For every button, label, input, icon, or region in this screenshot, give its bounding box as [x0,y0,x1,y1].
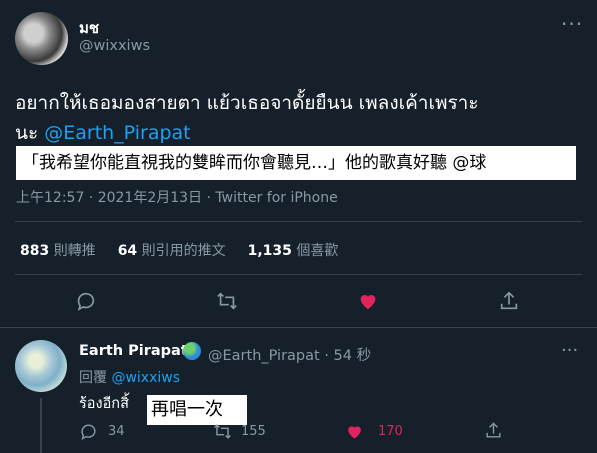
stat-quotes[interactable]: 64 則引用的推文 [118,240,226,260]
reply-translation-overlay: 再唱一次 [147,395,247,425]
tweet-text: อยากให้เธอมองสายตา แย้วเธอจาดั้ยยืนน เพล… [15,88,585,148]
divider [15,221,582,222]
reply-more-icon[interactable]: ··· [561,342,578,360]
stat-retweets[interactable]: 883 則轉推 [20,240,96,260]
author-avatar[interactable] [15,12,68,65]
author-handle[interactable]: @wixxiws [79,38,150,54]
retweet-count: 155 [241,424,266,439]
reply-retweet-icon[interactable] [213,422,232,441]
tweet-text-line2: นะ @Earth_Pirapat [15,118,585,148]
reply-like-icon[interactable] [345,422,364,441]
retweet-icon[interactable] [216,290,238,312]
tweet-meta[interactable]: 上午12:57 · 2021年2月13日 · Twitter for iPhon… [16,187,338,207]
reply-author-avatar[interactable] [15,340,67,392]
reply-count: 34 [108,424,125,439]
divider [15,274,582,275]
tweet-text-prefix: นะ [15,122,45,144]
reply-text: ร้องอีกสิ้ [79,396,129,412]
share-icon[interactable] [498,290,520,312]
reply-reply-icon[interactable] [79,422,98,441]
reply-author-name[interactable]: Earth Pirapat [79,343,188,359]
replying-to: 回覆 @wixxiws [79,370,180,386]
globe-icon [183,342,201,360]
tweet-text-line1: อยากให้เธอมองสายตา แย้วเธอจาดั้ยยืนน เพล… [15,92,479,114]
author-name[interactable]: มช [79,16,99,40]
like-icon[interactable] [357,290,379,312]
reply-author-handle-time[interactable]: @Earth_Pirapat · 54 秒 [208,344,371,365]
reply-share-icon[interactable] [484,421,503,440]
divider [0,327,597,328]
thread-line [40,398,42,453]
reply-icon[interactable] [75,290,97,312]
like-count: 170 [378,424,403,439]
replying-mention-link[interactable]: @wixxiws [111,370,180,386]
tweet-stats: 883 則轉推 64 則引用的推文 1,135 個喜歡 [20,240,360,260]
tweet-mention-link[interactable]: @Earth_Pirapat [44,122,190,144]
translation-overlay: 「我希望你能直視我的雙眸而你會聽見…」他的歌真好聽 @球 [16,146,576,180]
more-icon[interactable]: ··· [561,14,583,34]
stat-likes[interactable]: 1,135 個喜歡 [248,240,339,260]
